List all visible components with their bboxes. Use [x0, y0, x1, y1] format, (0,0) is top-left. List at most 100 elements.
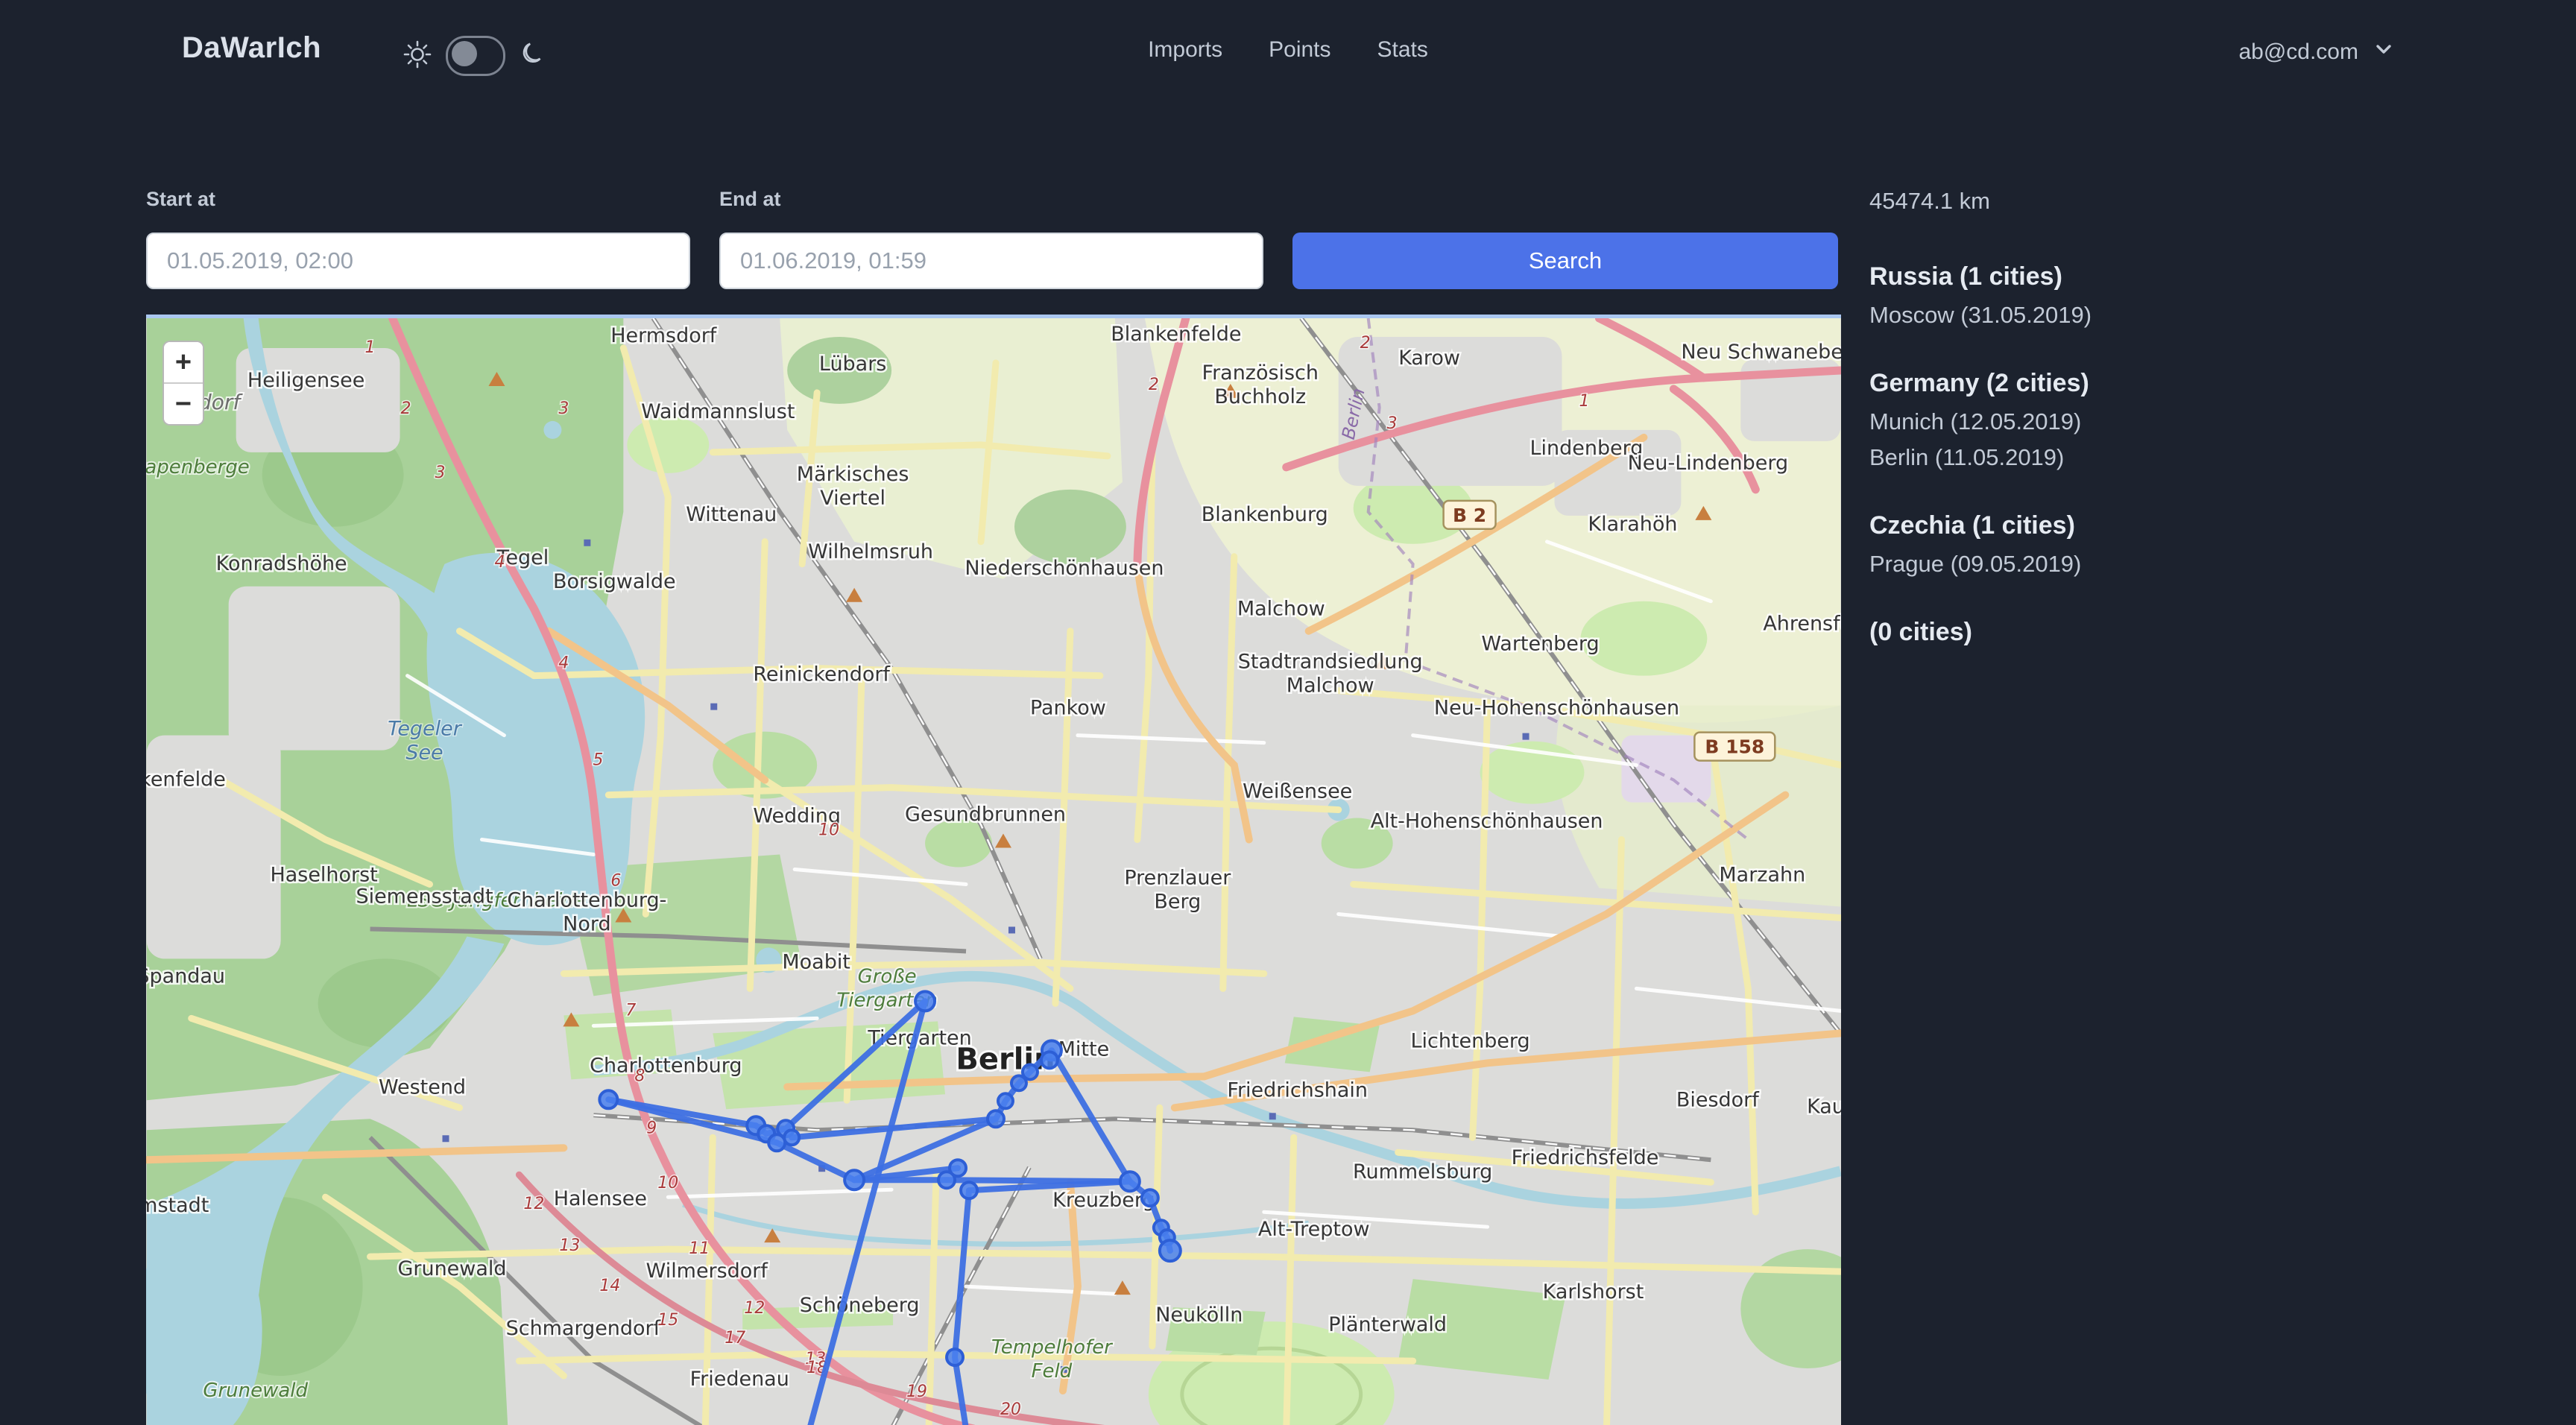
map-label: Pankow	[1030, 697, 1106, 720]
zoom-out-button[interactable]: −	[164, 384, 203, 424]
route-point-marker[interactable]	[988, 1110, 1004, 1127]
route-point-marker[interactable]	[1011, 1075, 1026, 1090]
start-at-input[interactable]	[146, 233, 690, 289]
nav-link-stats[interactable]: Stats	[1377, 37, 1428, 63]
map-label: Waidmannslust	[641, 400, 795, 423]
moon-icon	[519, 40, 547, 72]
route-point-marker[interactable]	[915, 991, 935, 1011]
map-label: Lichtenberg	[1411, 1029, 1530, 1052]
map-label: Reinickendorf	[753, 663, 891, 686]
road-number: 10	[657, 1174, 678, 1192]
map-label: Neu-Lindenberg	[1628, 452, 1788, 475]
stats-panel: 45474.1 km Russia (1 cities)Moscow (31.0…	[1869, 188, 2466, 687]
road-badge-label: B 158	[1705, 736, 1764, 758]
map-label: Lübars	[819, 353, 886, 376]
theme-toggle-knob	[452, 41, 477, 66]
user-email: ab@cd.com	[2238, 40, 2358, 65]
map-label: Karlshorst	[1543, 1280, 1644, 1304]
map-label: Grunewald	[203, 1380, 308, 1402]
route-point-marker[interactable]	[1120, 1172, 1140, 1191]
user-menu[interactable]: ab@cd.com	[2238, 37, 2396, 67]
country-group: Czechia (1 cities) Prague (09.05.2019)	[1869, 511, 2466, 578]
map-label: Hermsdorf	[610, 324, 718, 347]
country-heading: Russia (1 cities)	[1869, 262, 2466, 291]
road-number: 20	[1000, 1400, 1021, 1419]
road-number: 15	[657, 1311, 678, 1330]
nav-links: Imports Points Stats	[1148, 37, 1428, 63]
zoom-in-button[interactable]: +	[164, 342, 203, 384]
theme-toggle[interactable]	[446, 36, 505, 76]
road-number: 6	[610, 871, 621, 890]
route-point-marker[interactable]	[998, 1093, 1013, 1108]
map-label: Wartenberg	[1481, 633, 1599, 656]
search-button[interactable]: Search	[1292, 233, 1838, 289]
road-number: 8	[634, 1067, 645, 1085]
chevron-down-icon	[2372, 37, 2396, 67]
route-point-marker[interactable]	[784, 1130, 799, 1145]
road-number: 1	[1579, 392, 1589, 411]
road-number: 3	[558, 399, 569, 418]
route-point-marker[interactable]	[1160, 1240, 1181, 1261]
end-at-label: End at	[719, 188, 781, 211]
nav-link-imports[interactable]: Imports	[1148, 37, 1222, 63]
road-number: 13	[559, 1236, 580, 1255]
country-groups: Russia (1 cities)Moscow (31.05.2019)Germ…	[1869, 262, 2466, 647]
map-label: Wilmersdorf	[646, 1260, 769, 1283]
map-label: Malchow	[1237, 598, 1325, 621]
map-label: Spandau	[146, 964, 225, 988]
map-label: Weißensee	[1243, 780, 1352, 803]
city-entry: Prague (09.05.2019)	[1869, 551, 2466, 578]
map-label: Halensee	[554, 1187, 647, 1210]
route-point-marker[interactable]	[947, 1349, 963, 1365]
road-number: 5	[593, 751, 603, 770]
map-canvas: Berlin HermsdorfHeiligenseeendorfPapenbe…	[146, 318, 1841, 1425]
nav-link-points[interactable]: Points	[1269, 37, 1330, 63]
country-heading: Czechia (1 cities)	[1869, 511, 2466, 540]
map-container[interactable]: Berlin HermsdorfHeiligenseeendorfPapenbe…	[146, 315, 1841, 1425]
map-label: Gesundbrunnen	[905, 803, 1066, 827]
map-label: Borsigwalde	[553, 570, 676, 593]
end-at-input[interactable]	[719, 233, 1263, 289]
theme-switcher	[402, 36, 547, 76]
map-label: Heiligensee	[247, 369, 364, 392]
sun-icon	[402, 40, 432, 73]
road-number: 2	[1360, 334, 1371, 353]
country-group: (0 cities)	[1869, 618, 2466, 647]
map-label: Neu Schwanebeck	[1681, 341, 1841, 364]
map-label: Wittenau	[686, 503, 777, 526]
map-label: Niederschönhausen	[965, 557, 1164, 580]
road-number: 2	[401, 399, 411, 418]
route-point-marker[interactable]	[950, 1160, 966, 1176]
map-label: Alt-Hohenschönhausen	[1371, 810, 1603, 833]
country-heading: Germany (2 cities)	[1869, 369, 2466, 398]
map-label: akenfelde	[146, 768, 226, 792]
road-number: 9	[646, 1119, 657, 1137]
route-point-marker[interactable]	[599, 1090, 617, 1108]
map-label: Haselhorst	[270, 863, 377, 886]
map-label: Friedrichsfelde	[1512, 1146, 1659, 1169]
map-label: Ahrensfe	[1763, 613, 1841, 636]
map-label: Neukölln	[1155, 1304, 1243, 1327]
road-number: 1	[365, 338, 376, 357]
road-number: 19	[906, 1383, 927, 1401]
road-number: 3	[1387, 414, 1398, 433]
road-number: 12	[523, 1195, 544, 1213]
map-label: Lindenberg	[1530, 437, 1644, 460]
road-number: 4	[558, 654, 569, 673]
map-label: Charlottenburg	[590, 1054, 742, 1077]
map-label: Neu-Hohenschönhausen	[1434, 697, 1679, 720]
map-label: Rummelsburg	[1353, 1160, 1492, 1184]
map-label: Karow	[1398, 347, 1460, 370]
route-point-marker[interactable]	[845, 1170, 864, 1189]
app-root: DaWarIch ImportsPointsStats ab@cd.c	[0, 0, 2576, 1425]
route-point-marker[interactable]	[1041, 1052, 1058, 1068]
app-logo[interactable]: DaWarIch	[182, 31, 321, 65]
map-label: Klarahöh	[1588, 513, 1677, 536]
map-label: Konradshöhe	[216, 552, 347, 575]
route-point-marker[interactable]	[961, 1182, 977, 1198]
map-zoom-control: + −	[162, 341, 204, 426]
map-label: Mitte	[1058, 1037, 1110, 1061]
route-point-marker[interactable]	[1142, 1189, 1158, 1206]
map-label: Siemensstadt	[356, 885, 493, 908]
road-number: 7	[625, 1001, 636, 1020]
